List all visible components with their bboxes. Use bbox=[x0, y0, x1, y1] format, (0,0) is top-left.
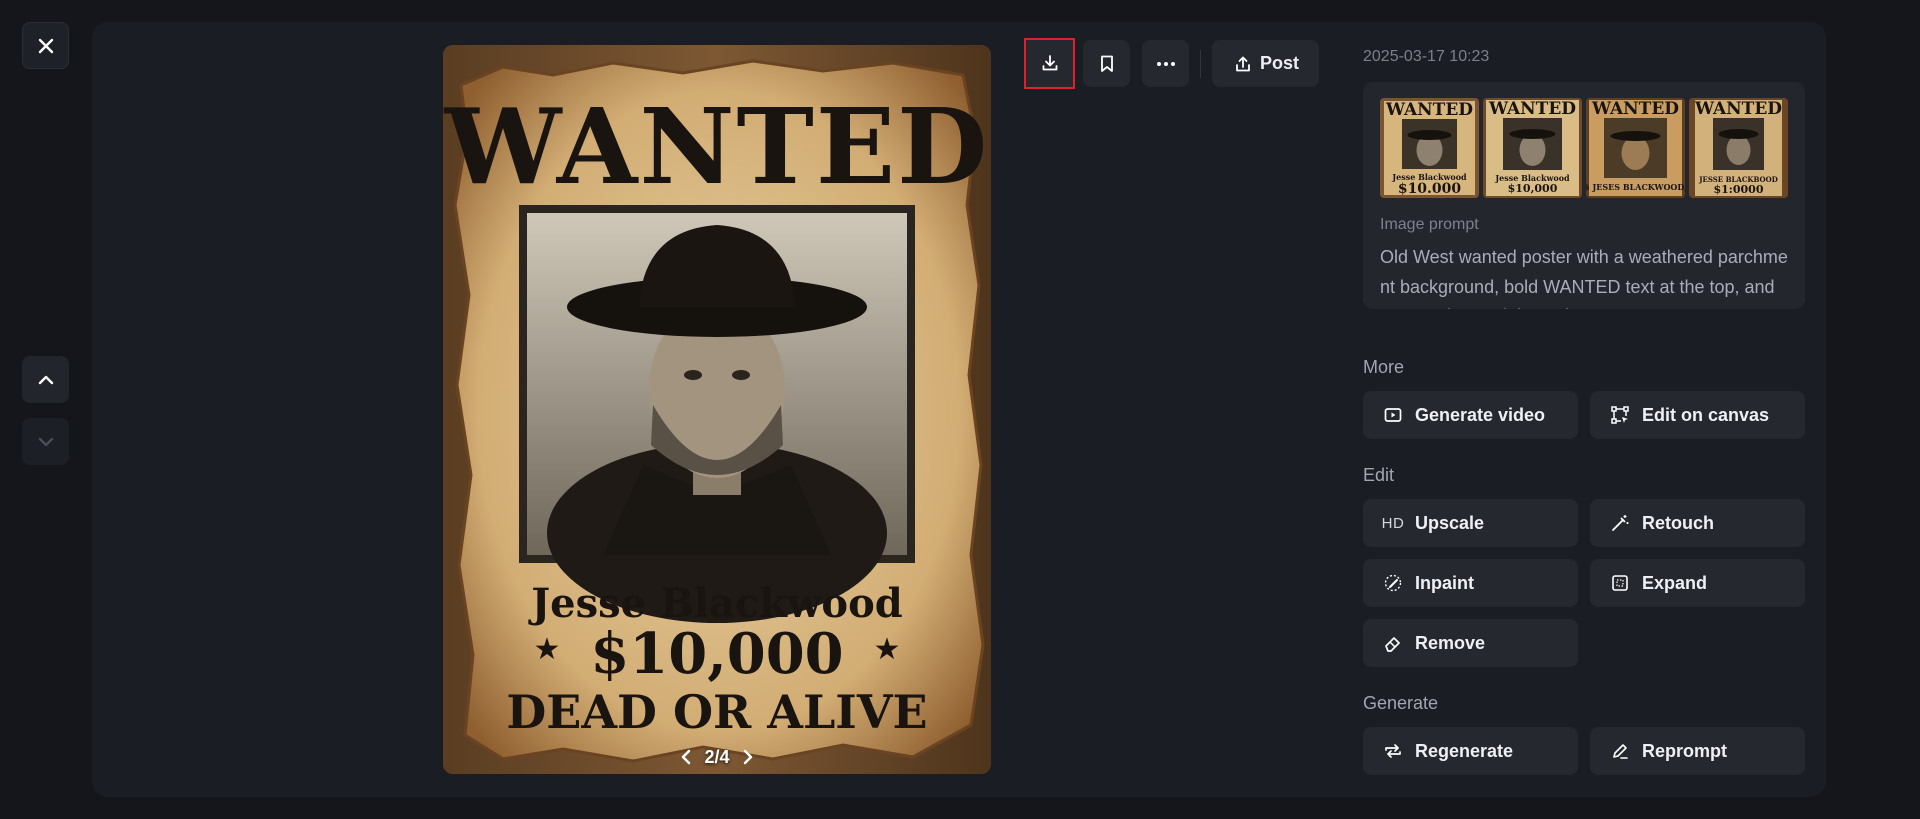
created-date: 2025-03-17 10:23 bbox=[1363, 48, 1490, 65]
svg-text:WANTED: WANTED bbox=[1694, 99, 1782, 119]
svg-text:WANTED: WANTED bbox=[1591, 99, 1679, 119]
svg-text:DEAD OR ALIVE: DEAD OR ALIVE bbox=[506, 685, 927, 739]
canvas-icon bbox=[1610, 405, 1630, 425]
reprompt-button[interactable]: Reprompt bbox=[1590, 727, 1805, 775]
prompt-text: Old West wanted poster with a weathered … bbox=[1380, 247, 1788, 309]
expand-label: Expand bbox=[1642, 572, 1708, 593]
previous-image-button[interactable] bbox=[22, 356, 69, 403]
svg-text:Jesse Blackwood: Jesse Blackwood bbox=[528, 580, 903, 627]
chevron-left-icon bbox=[682, 749, 691, 765]
generate-actions: Regenerate Reprompt bbox=[1363, 727, 1806, 775]
generate-video-label: Generate video bbox=[1415, 404, 1546, 425]
chevron-down-icon bbox=[38, 437, 53, 446]
svg-text:★: ★ bbox=[534, 633, 561, 666]
expand-icon bbox=[1610, 573, 1630, 593]
expand-button[interactable]: Expand bbox=[1590, 559, 1805, 607]
svg-text:WANTED: WANTED bbox=[444, 85, 990, 208]
retouch-label: Retouch bbox=[1642, 512, 1714, 533]
download-button[interactable] bbox=[1024, 37, 1075, 89]
share-upload-icon bbox=[1236, 56, 1250, 71]
thumbnail-3[interactable]: WANTED $ JESES BLACKWOOD, bbox=[1586, 98, 1685, 198]
section-title-more: More bbox=[1363, 357, 1405, 377]
image-toolbar: Post bbox=[1024, 37, 1320, 89]
variation-thumbnails: WANTED Jesse Blackwood $10.000 WANTED Jesse… bbox=[1380, 98, 1788, 198]
repeat-icon bbox=[1383, 741, 1403, 761]
svg-text:WANTED: WANTED bbox=[1385, 100, 1473, 120]
section-title-generate: Generate bbox=[1363, 693, 1439, 713]
edit-actions: HD Upscale Retouch Inpaint Expand Remove bbox=[1363, 499, 1806, 667]
download-icon bbox=[1042, 55, 1057, 71]
poster-headline: WANTED bbox=[444, 85, 990, 208]
remove-label: Remove bbox=[1415, 632, 1486, 653]
svg-text:$10.000: $10.000 bbox=[1398, 181, 1462, 197]
hd-icon: HD bbox=[1381, 514, 1405, 532]
regenerate-button[interactable]: Regenerate bbox=[1363, 727, 1578, 775]
main-image[interactable]: WANTED Jesse Blackwood ★ ★ $10,000 DEAD … bbox=[443, 45, 991, 774]
svg-text:$10,000: $10,000 bbox=[1508, 182, 1558, 195]
svg-text:$1:0000: $1:0000 bbox=[1714, 183, 1764, 196]
more-options-button[interactable] bbox=[1142, 40, 1189, 87]
next-image-button[interactable] bbox=[22, 418, 69, 465]
pager-prev-button[interactable] bbox=[680, 748, 692, 766]
prompt-label: Image prompt bbox=[1380, 216, 1479, 233]
image-pager: 2/4 bbox=[443, 742, 991, 772]
edit-on-canvas-button[interactable]: Edit on canvas bbox=[1590, 391, 1805, 439]
pencil-icon bbox=[1610, 741, 1630, 761]
retouch-button[interactable]: Retouch bbox=[1590, 499, 1805, 547]
prompt-card: WANTED Jesse Blackwood $10.000 WANTED Jesse… bbox=[1363, 82, 1805, 309]
reprompt-label: Reprompt bbox=[1642, 740, 1727, 761]
thumbnail-1[interactable]: WANTED Jesse Blackwood $10.000 bbox=[1380, 98, 1479, 198]
section-title-edit: Edit bbox=[1363, 465, 1395, 485]
ellipsis-icon bbox=[1156, 61, 1175, 66]
post-label: Post bbox=[1260, 53, 1300, 73]
eraser-icon bbox=[1383, 633, 1403, 653]
remove-button[interactable]: Remove bbox=[1363, 619, 1578, 667]
close-icon bbox=[38, 38, 53, 53]
pager-next-button[interactable] bbox=[742, 748, 754, 766]
upscale-label: Upscale bbox=[1415, 512, 1485, 533]
upscale-button[interactable]: HD Upscale bbox=[1363, 499, 1578, 547]
thumbnail-2[interactable]: WANTED Jesse Blackwood $10,000 bbox=[1483, 98, 1582, 198]
toolbar-divider bbox=[1200, 49, 1201, 78]
magic-wand-icon bbox=[1610, 513, 1630, 533]
chevron-up-icon bbox=[38, 375, 53, 384]
svg-text:★: ★ bbox=[874, 633, 901, 666]
bookmark-icon bbox=[1100, 55, 1113, 72]
inpaint-button[interactable]: Inpaint bbox=[1363, 559, 1578, 607]
edit-on-canvas-label: Edit on canvas bbox=[1642, 404, 1770, 425]
brush-icon bbox=[1383, 573, 1403, 593]
chevron-right-icon bbox=[743, 749, 752, 765]
post-button[interactable]: Post bbox=[1212, 40, 1320, 87]
pager-count: 2/4 bbox=[704, 746, 730, 767]
video-add-icon bbox=[1383, 405, 1403, 425]
wanted-poster-image: WANTED Jesse Blackwood ★ ★ $10,000 DEAD … bbox=[443, 45, 991, 774]
inpaint-label: Inpaint bbox=[1415, 572, 1474, 593]
svg-text:$10,000: $10,000 bbox=[590, 621, 843, 687]
close-button[interactable] bbox=[22, 22, 69, 69]
svg-text:$ JESES BLACKWOOD,: $ JESES BLACKWOOD, bbox=[1586, 182, 1685, 192]
regenerate-label: Regenerate bbox=[1415, 740, 1514, 761]
bookmark-button[interactable] bbox=[1083, 40, 1130, 87]
details-panel: 2025-03-17 10:23 WANTED Jesse Blackwood $1… bbox=[1363, 48, 1806, 775]
thumbnail-4[interactable]: WANTED JESSE BLACKBOOD $1:0000 bbox=[1689, 98, 1788, 198]
more-actions: Generate video Edit on canvas bbox=[1363, 391, 1806, 439]
generate-video-button[interactable]: Generate video bbox=[1363, 391, 1578, 439]
svg-text:WANTED: WANTED bbox=[1488, 99, 1576, 119]
